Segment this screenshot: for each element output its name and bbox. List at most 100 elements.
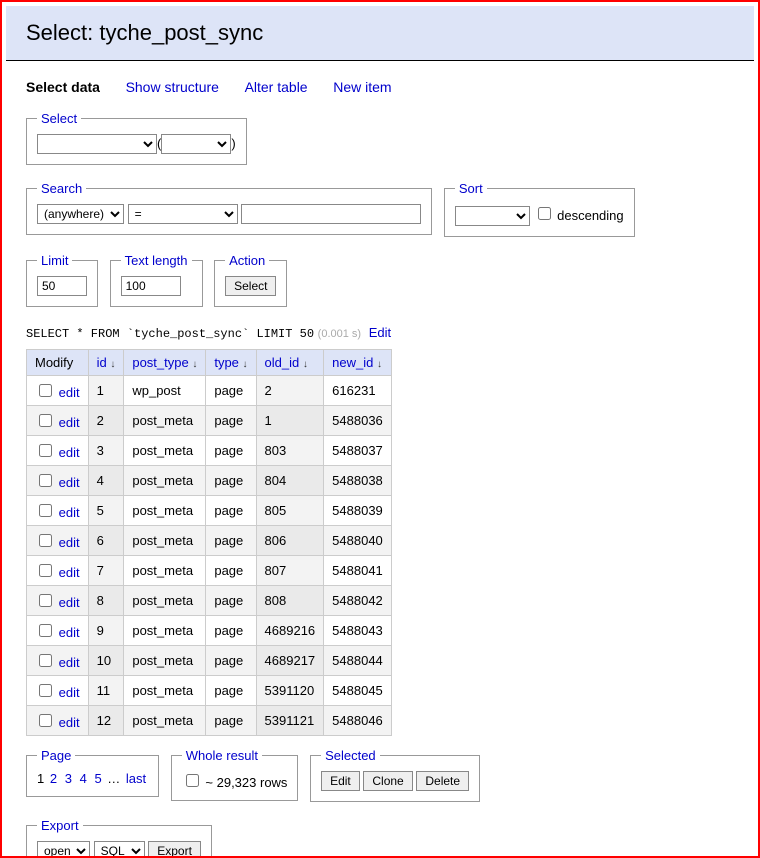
- page-dots: …: [107, 771, 120, 786]
- row-edit-link[interactable]: edit: [59, 535, 80, 550]
- sort-descending-checkbox[interactable]: [538, 207, 551, 220]
- search-fieldset: Search (anywhere) =: [26, 181, 432, 235]
- row-checkbox[interactable]: [39, 534, 52, 547]
- row-checkbox[interactable]: [39, 714, 52, 727]
- row-checkbox[interactable]: [39, 564, 52, 577]
- tab-alter-table[interactable]: Alter table: [245, 79, 308, 95]
- col-type[interactable]: type ↓: [206, 350, 256, 376]
- export-legend: Export: [37, 818, 83, 833]
- tab-show-structure[interactable]: Show structure: [126, 79, 219, 95]
- sort-arrow-icon: ↓: [192, 359, 197, 370]
- cell-id: 8: [88, 586, 124, 616]
- export-button[interactable]: [148, 841, 201, 858]
- selected-clone-button[interactable]: [363, 771, 412, 791]
- cell-new-id: 5488039: [324, 496, 392, 526]
- cell-id: 10: [88, 646, 124, 676]
- row-edit-link[interactable]: edit: [59, 415, 80, 430]
- sort-descending-label[interactable]: descending: [534, 208, 624, 223]
- row-checkbox[interactable]: [39, 594, 52, 607]
- row-edit-link[interactable]: edit: [59, 715, 80, 730]
- cell-old-id: 803: [256, 436, 324, 466]
- row-edit-link[interactable]: edit: [59, 565, 80, 580]
- whole-result-label[interactable]: ~ 29,323 rows: [182, 775, 288, 790]
- cell-id: 5: [88, 496, 124, 526]
- row-checkbox[interactable]: [39, 474, 52, 487]
- selected-edit-button[interactable]: [321, 771, 360, 791]
- whole-result-fieldset: Whole result ~ 29,323 rows: [171, 748, 299, 801]
- cell-id: 12: [88, 706, 124, 736]
- cell-type: page: [206, 496, 256, 526]
- row-edit-link[interactable]: edit: [59, 475, 80, 490]
- col-post-type[interactable]: post_type ↓: [124, 350, 206, 376]
- cell-type: page: [206, 556, 256, 586]
- cell-type: page: [206, 406, 256, 436]
- cell-post-type: post_meta: [124, 406, 206, 436]
- search-operator-dropdown[interactable]: =: [128, 204, 238, 224]
- sql-timing: (0.001 s): [318, 328, 361, 340]
- select-functions-dropdown[interactable]: [161, 134, 231, 154]
- page-link-2[interactable]: 2: [50, 771, 57, 786]
- row-edit-link[interactable]: edit: [59, 445, 80, 460]
- cell-type: page: [206, 376, 256, 406]
- select-columns-dropdown[interactable]: [37, 134, 157, 154]
- page-link-last[interactable]: last: [126, 771, 146, 786]
- limit-input[interactable]: [37, 276, 87, 296]
- cell-old-id: 4689216: [256, 616, 324, 646]
- whole-result-checkbox[interactable]: [186, 774, 199, 787]
- search-column-dropdown[interactable]: (anywhere): [37, 204, 124, 224]
- sort-arrow-icon: ↓: [110, 359, 115, 370]
- row-edit-link[interactable]: edit: [59, 625, 80, 640]
- row-checkbox[interactable]: [39, 654, 52, 667]
- sort-column-dropdown[interactable]: [455, 206, 530, 226]
- row-edit-link[interactable]: edit: [59, 385, 80, 400]
- row-edit-link[interactable]: edit: [59, 505, 80, 520]
- tab-new-item[interactable]: New item: [333, 79, 391, 95]
- row-checkbox[interactable]: [39, 624, 52, 637]
- row-edit-link[interactable]: edit: [59, 685, 80, 700]
- cell-type: page: [206, 466, 256, 496]
- cell-new-id: 5488042: [324, 586, 392, 616]
- table-row: edit8post_metapage8085488042: [27, 586, 392, 616]
- row-checkbox[interactable]: [39, 684, 52, 697]
- select-button[interactable]: [225, 276, 276, 296]
- cell-post-type: post_meta: [124, 586, 206, 616]
- sort-arrow-icon: ↓: [303, 359, 308, 370]
- sort-arrow-icon: ↓: [243, 359, 248, 370]
- search-value-input[interactable]: [241, 204, 421, 224]
- row-edit-link[interactable]: edit: [59, 655, 80, 670]
- cell-type: page: [206, 436, 256, 466]
- row-checkbox[interactable]: [39, 444, 52, 457]
- cell-old-id: 4689217: [256, 646, 324, 676]
- table-row: edit6post_metapage8065488040: [27, 526, 392, 556]
- table-row: edit9post_metapage46892165488043: [27, 616, 392, 646]
- table-row: edit2post_metapage15488036: [27, 406, 392, 436]
- col-id[interactable]: id ↓: [88, 350, 124, 376]
- table-row: edit4post_metapage8045488038: [27, 466, 392, 496]
- tab-select-data[interactable]: Select data: [26, 79, 100, 95]
- page-link-3[interactable]: 3: [65, 771, 72, 786]
- export-format-dropdown[interactable]: SQL: [94, 841, 145, 858]
- cell-id: 2: [88, 406, 124, 436]
- textlen-input[interactable]: [121, 276, 181, 296]
- row-checkbox[interactable]: [39, 504, 52, 517]
- table-row: edit11post_metapage53911205488045: [27, 676, 392, 706]
- row-checkbox[interactable]: [39, 414, 52, 427]
- selected-fieldset: Selected: [310, 748, 480, 802]
- sql-query-text: SELECT * FROM `tyche_post_sync` LIMIT 50: [26, 327, 314, 341]
- page-header: Select: tyche_post_sync: [6, 6, 754, 61]
- page-fieldset: Page 1 2 3 4 5 … last: [26, 748, 159, 797]
- cell-new-id: 5488046: [324, 706, 392, 736]
- cell-post-type: post_meta: [124, 676, 206, 706]
- col-new-id[interactable]: new_id ↓: [324, 350, 392, 376]
- row-edit-link[interactable]: edit: [59, 595, 80, 610]
- sql-edit-link[interactable]: Edit: [369, 325, 391, 340]
- export-output-dropdown[interactable]: open: [37, 841, 90, 858]
- cell-new-id: 616231: [324, 376, 392, 406]
- cell-type: page: [206, 526, 256, 556]
- selected-delete-button[interactable]: [416, 771, 469, 791]
- page-link-5[interactable]: 5: [94, 771, 101, 786]
- sort-fieldset: Sort descending: [444, 181, 635, 237]
- col-old-id[interactable]: old_id ↓: [256, 350, 324, 376]
- row-checkbox[interactable]: [39, 384, 52, 397]
- page-link-4[interactable]: 4: [80, 771, 87, 786]
